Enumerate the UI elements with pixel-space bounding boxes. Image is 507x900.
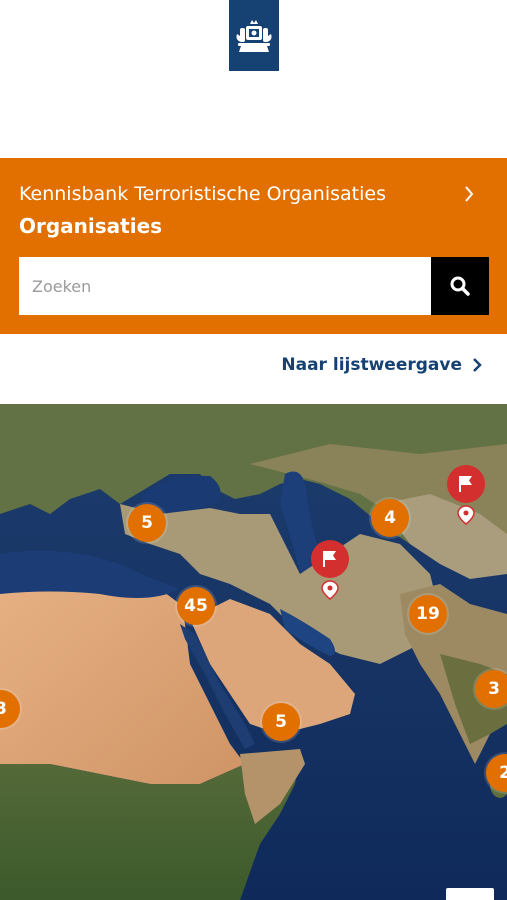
breadcrumb-label: Kennisbank Terroristische Organisaties <box>19 183 386 205</box>
map-zoom-control[interactable] <box>446 888 494 900</box>
cluster-marker[interactable]: 5 <box>262 703 300 741</box>
list-view-link[interactable]: Naar lijstweergave <box>281 355 482 375</box>
cluster-marker[interactable]: 4 <box>371 499 409 537</box>
cluster-marker[interactable]: 45 <box>177 587 215 625</box>
chevron-right-icon <box>473 358 482 372</box>
flag-icon <box>447 465 485 525</box>
chevron-right-icon <box>465 186 474 202</box>
search-button[interactable] <box>431 257 489 315</box>
rijksoverheid-logo <box>229 0 279 71</box>
cluster-marker[interactable]: 19 <box>409 595 447 633</box>
map[interactable]: 5 4 45 19 5 3 2 3 <box>0 404 507 900</box>
header-banner: Kennisbank Terroristische Organisaties O… <box>0 158 507 334</box>
flag-icon <box>311 540 349 600</box>
breadcrumb[interactable]: Kennisbank Terroristische Organisaties <box>19 180 489 208</box>
page-title: Organisaties <box>19 214 163 238</box>
search-input[interactable] <box>19 257 431 315</box>
satellite-map <box>0 404 507 900</box>
list-view-link-label: Naar lijstweergave <box>281 355 462 375</box>
cluster-marker[interactable]: 3 <box>475 670 507 708</box>
flag-marker[interactable] <box>446 464 486 526</box>
page: Kennisbank Terroristische Organisaties O… <box>0 0 507 900</box>
search-bar <box>19 257 489 315</box>
flag-marker[interactable] <box>310 539 350 601</box>
logo-bar <box>0 0 507 158</box>
cluster-marker[interactable]: 5 <box>128 504 166 542</box>
search-icon <box>450 276 470 296</box>
